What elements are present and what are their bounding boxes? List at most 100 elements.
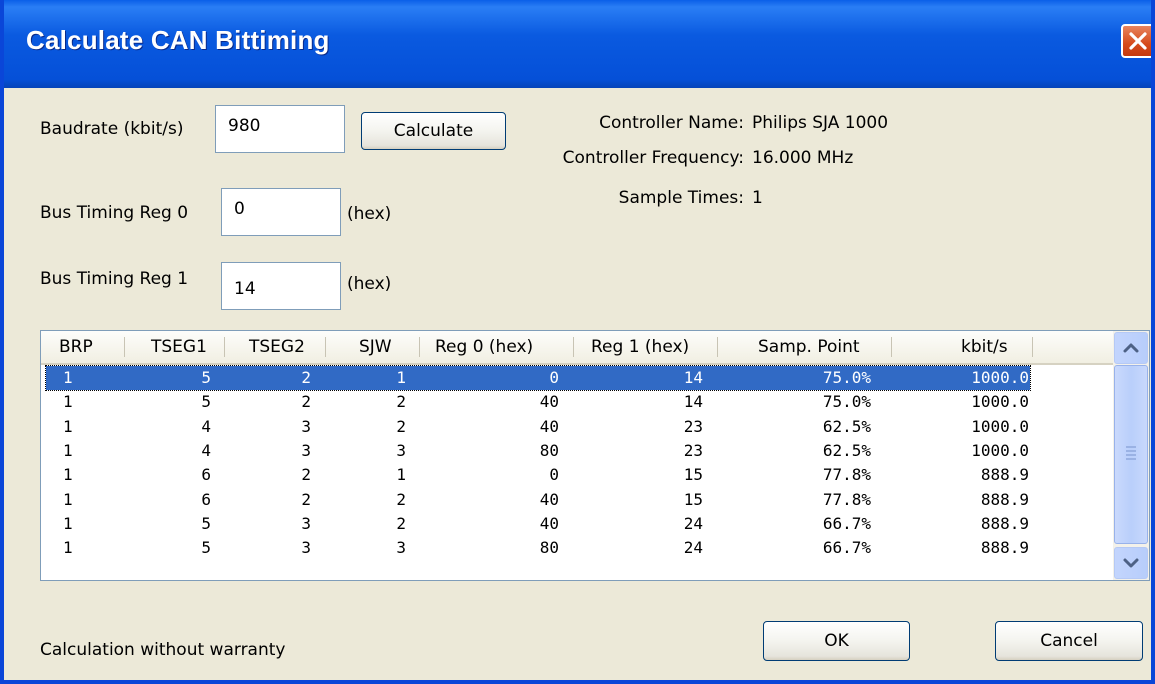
table-row[interactable]: 1 4 3 2 40 23 62.5% 1000.0 — [46, 415, 1030, 439]
table-cell: 1000.0 — [971, 368, 1029, 387]
table-cell: 1 — [63, 513, 73, 533]
baudrate-input[interactable]: 980 — [215, 105, 345, 153]
column-divider[interactable] — [419, 337, 420, 357]
column-header-reg1[interactable]: Reg 1 (hex) — [591, 331, 689, 363]
table-cell: 1 — [63, 465, 73, 485]
table-row[interactable]: 1 5 3 3 80 24 66.7% 888.9 — [46, 536, 1030, 560]
column-header-sjw[interactable]: SJW — [359, 331, 392, 363]
vertical-scrollbar[interactable] — [1113, 331, 1149, 580]
table-cell: 5 — [201, 368, 211, 387]
dialog-window: Calculate CAN Bittiming Baudrate (kbit/s… — [0, 0, 1155, 684]
table-cell: 3 — [301, 416, 311, 436]
column-divider[interactable] — [124, 337, 125, 357]
table-cell: 6 — [201, 465, 211, 485]
table-row[interactable]: 1 4 3 3 80 23 62.5% 1000.0 — [46, 439, 1030, 463]
btr0-label: Bus Timing Reg 0 — [40, 203, 189, 223]
table-cell: 1 — [63, 392, 73, 412]
dialog-content: Baudrate (kbit/s) 980 Calculate Controll… — [4, 88, 1151, 680]
table-cell: 5 — [201, 538, 211, 558]
table-cell: 1 — [63, 538, 73, 558]
table-cell: 2 — [396, 489, 406, 509]
close-button[interactable] — [1121, 24, 1151, 58]
table-cell: 24 — [683, 513, 703, 533]
table-cell: 2 — [301, 465, 311, 485]
table-cell: 14 — [683, 392, 703, 412]
table-cell: 3 — [301, 513, 311, 533]
column-header-kbits[interactable]: kbit/s — [961, 331, 1008, 363]
disclaimer-text: Calculation without warranty — [40, 640, 286, 660]
table-cell: 5 — [201, 392, 211, 412]
table-cell: 14 — [683, 368, 703, 387]
close-icon — [1129, 32, 1147, 50]
table-row[interactable]: 1 6 2 1 0 15 77.8% 888.9 — [46, 463, 1030, 487]
table-row[interactable]: 1 6 2 2 40 15 77.8% 888.9 — [46, 488, 1030, 512]
table-cell: 40 — [539, 416, 559, 436]
table-cell: 1000.0 — [971, 392, 1029, 412]
table-cell: 2 — [396, 392, 406, 412]
table-row[interactable]: 1 5 2 1 0 14 75.0% 1000.0 — [45, 365, 1031, 391]
table-cell: 3 — [301, 440, 311, 460]
grip-icon — [1126, 446, 1136, 460]
table-cell: 15 — [683, 489, 703, 509]
cancel-button[interactable]: Cancel — [995, 621, 1143, 661]
column-header-samp-point[interactable]: Samp. Point — [758, 331, 860, 363]
table-cell: 1 — [63, 440, 73, 460]
table-cell: 3 — [396, 440, 406, 460]
controller-name-label: Controller Name: — [599, 113, 744, 133]
table-cell: 66.7% — [822, 513, 871, 533]
table-cell: 888.9 — [980, 513, 1029, 533]
table-cell: 24 — [683, 538, 703, 558]
chevron-up-icon — [1123, 343, 1139, 353]
table-cell: 66.7% — [822, 538, 871, 558]
column-divider[interactable] — [224, 337, 225, 357]
column-header-tseg2[interactable]: TSEG2 — [249, 331, 305, 363]
table-cell: 3 — [301, 538, 311, 558]
column-header-tseg1[interactable]: TSEG1 — [151, 331, 207, 363]
table-header: BRP TSEG1 TSEG2 SJW Reg 0 (hex) Reg 1 (h… — [41, 331, 1113, 365]
column-header-reg0[interactable]: Reg 0 (hex) — [435, 331, 533, 363]
chevron-down-icon — [1123, 558, 1139, 568]
table-cell: 4 — [201, 440, 211, 460]
table-cell: 1 — [396, 368, 406, 387]
title-bar[interactable]: Calculate CAN Bittiming — [4, 0, 1151, 88]
column-divider[interactable] — [1032, 337, 1033, 357]
scroll-thumb[interactable] — [1114, 365, 1148, 544]
table-row[interactable]: 1 5 2 2 40 14 75.0% 1000.0 — [46, 390, 1030, 414]
table-cell: 77.8% — [822, 489, 871, 509]
table-row[interactable]: 1 5 3 2 40 24 66.7% 888.9 — [46, 512, 1030, 536]
bittiming-table[interactable]: BRP TSEG1 TSEG2 SJW Reg 0 (hex) Reg 1 (h… — [40, 330, 1150, 581]
table-cell: 15 — [683, 465, 703, 485]
btr0-unit-label: (hex) — [347, 204, 392, 224]
table-cell: 4 — [201, 416, 211, 436]
controller-frequency-value: 16.000 MHz — [752, 148, 854, 168]
table-cell: 77.8% — [822, 465, 871, 485]
column-header-brp[interactable]: BRP — [59, 331, 93, 363]
column-divider[interactable] — [717, 337, 718, 357]
table-cell: 75.0% — [822, 368, 871, 387]
table-cell: 0 — [549, 465, 559, 485]
btr1-unit-label: (hex) — [347, 274, 392, 294]
table-cell: 23 — [683, 440, 703, 460]
table-cell: 1 — [63, 489, 73, 509]
table-cell: 80 — [539, 538, 559, 558]
table-cell: 75.0% — [822, 392, 871, 412]
column-divider[interactable] — [891, 337, 892, 357]
column-divider[interactable] — [325, 337, 326, 357]
btr0-input[interactable]: 0 — [221, 188, 341, 236]
table-cell: 1 — [63, 368, 73, 387]
window-title: Calculate CAN Bittiming — [26, 25, 330, 55]
scroll-down-button[interactable] — [1114, 547, 1148, 579]
column-divider[interactable] — [573, 337, 574, 357]
table-cell: 1000.0 — [971, 440, 1029, 460]
table-cell: 6 — [201, 489, 211, 509]
baudrate-label: Baudrate (kbit/s) — [40, 119, 184, 139]
btr1-input[interactable]: 14 — [221, 262, 341, 310]
table-cell: 62.5% — [822, 416, 871, 436]
ok-button[interactable]: OK — [763, 621, 910, 661]
sample-times-label: Sample Times: — [618, 188, 744, 208]
table-cell: 40 — [539, 489, 559, 509]
scroll-up-button[interactable] — [1114, 332, 1148, 364]
table-cell: 2 — [301, 392, 311, 412]
table-cell: 80 — [539, 440, 559, 460]
table-cell: 2 — [301, 489, 311, 509]
